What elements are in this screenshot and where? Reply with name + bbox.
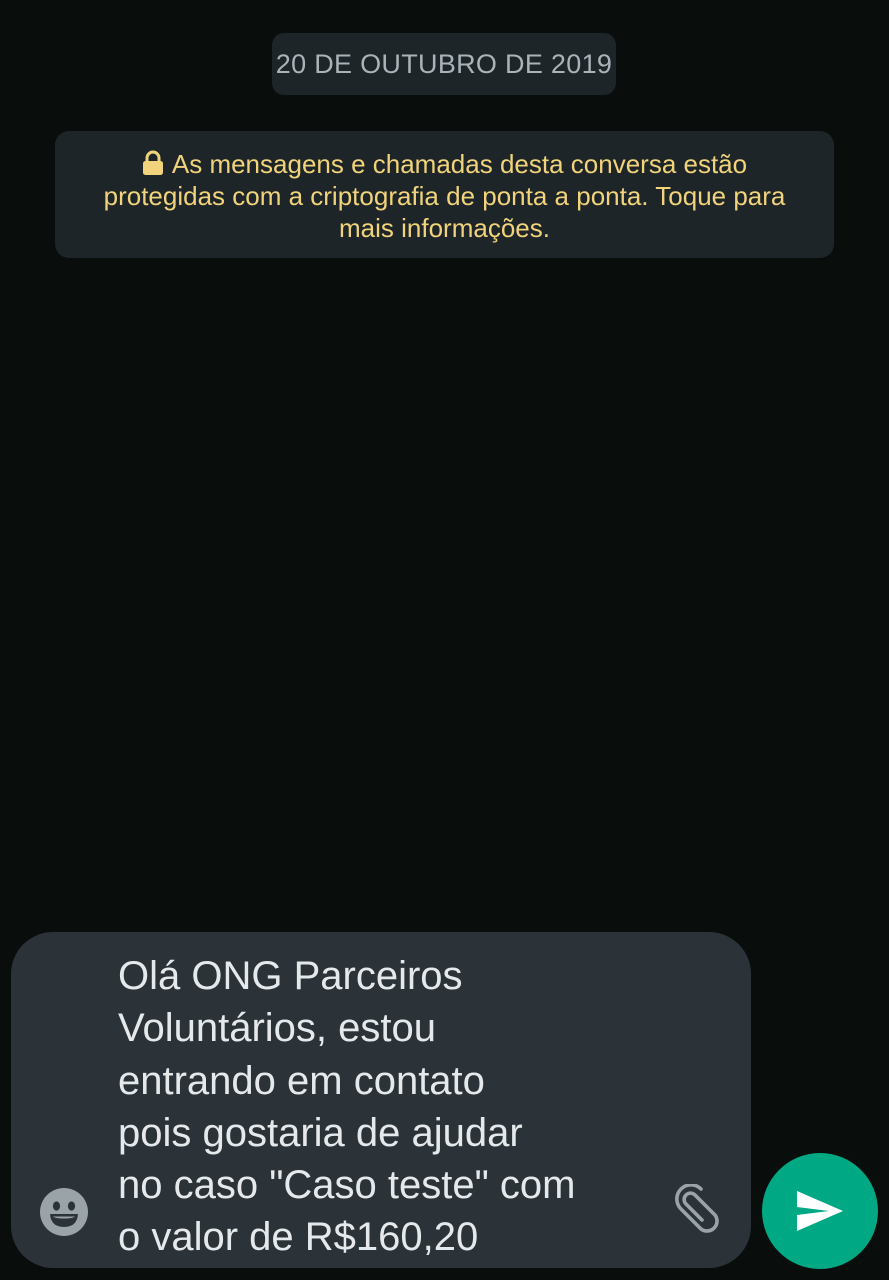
message-input[interactable]: Olá ONG Parceiros Voluntários, estou ent… (118, 950, 648, 1264)
message-composer: Olá ONG Parceiros Voluntários, estou ent… (11, 932, 751, 1268)
encryption-notice-text: As mensagens e chamadas desta conversa e… (103, 149, 786, 243)
chat-screen: 20 DE OUTUBRO DE 2019 As mensagens e cha… (0, 0, 889, 1280)
encryption-notice[interactable]: As mensagens e chamadas desta conversa e… (55, 131, 834, 258)
send-button[interactable] (762, 1153, 878, 1269)
date-chip: 20 DE OUTUBRO DE 2019 (272, 33, 616, 95)
send-icon (797, 1191, 843, 1231)
lock-icon (142, 150, 163, 175)
paperclip-icon[interactable] (666, 1184, 726, 1244)
emoji-icon[interactable] (39, 1187, 89, 1237)
date-chip-label: 20 DE OUTUBRO DE 2019 (275, 48, 613, 79)
